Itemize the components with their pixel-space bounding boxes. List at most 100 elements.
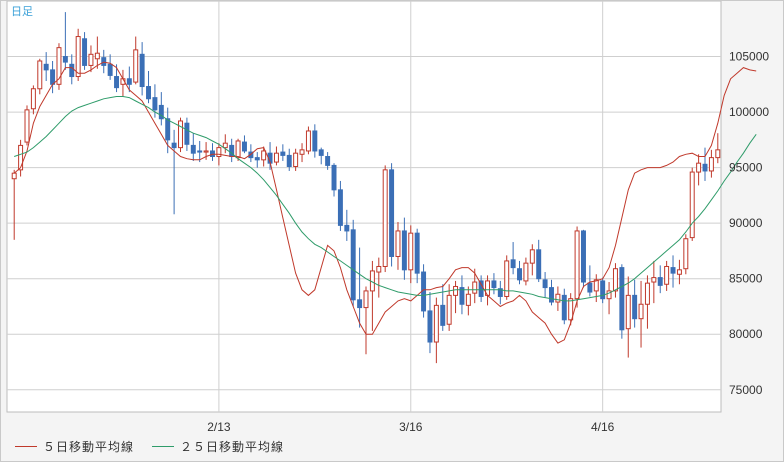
candle-body: [427, 310, 433, 343]
legend-label-ma25: ２５日移動平均線: [180, 440, 285, 454]
candle-body: [69, 63, 75, 78]
candle-body: [184, 122, 190, 145]
period-label: 日足: [11, 6, 33, 18]
candle-body: [676, 269, 682, 275]
candle-body: [197, 150, 203, 153]
candle-body: [107, 63, 113, 76]
candle-body: [178, 120, 183, 149]
candle-body: [325, 156, 331, 166]
legend-swatch-ma5: [15, 446, 37, 447]
candlestick-chart: 75000 80000 85000 90000 95000 100000 105000 2/…: [6, 1, 769, 434]
candle-body: [625, 294, 631, 330]
candle-body: [88, 53, 94, 66]
candle-body: [261, 150, 267, 161]
candle-body: [580, 230, 586, 283]
candle-body: [638, 303, 644, 320]
chart-container: 75000 80000 85000 90000 95000 100000 105000 2/…: [0, 0, 784, 462]
candle-body: [446, 294, 452, 325]
candle-body: [165, 118, 171, 141]
candle-body: [440, 304, 446, 326]
candle-body: [114, 76, 120, 89]
candle-body: [708, 157, 714, 172]
candle-body: [299, 149, 305, 155]
x-tick-label: 3/16: [399, 420, 423, 434]
candle-body: [312, 130, 318, 152]
candle-body: [235, 140, 241, 159]
candle-body: [24, 109, 30, 143]
candle-body: [254, 157, 260, 161]
y-tick-label: 105000: [729, 50, 769, 64]
candle-body: [702, 163, 708, 172]
candle-body: [549, 287, 554, 303]
candle-body: [94, 52, 100, 60]
candle-body: [632, 294, 638, 320]
candle-body: [689, 171, 695, 239]
candle-body: [216, 147, 222, 158]
legend-swatch-ma25: [152, 446, 175, 447]
candle-body: [619, 267, 625, 331]
candle-body: [382, 169, 388, 267]
legend: ５日移動平均線 ２５日移動平均線: [15, 438, 284, 455]
candle-body: [612, 268, 618, 292]
candle-body: [408, 232, 414, 271]
candle-body: [37, 60, 43, 90]
candle-body: [536, 249, 542, 280]
candle-body: [152, 97, 158, 111]
candle-body: [293, 152, 299, 168]
candle-body: [350, 229, 356, 301]
candle-body: [542, 279, 548, 289]
candle-body: [414, 232, 420, 274]
legend-item-ma25: ２５日移動平均線: [152, 438, 284, 455]
candle-body: [344, 224, 350, 232]
candle-body: [715, 149, 721, 159]
candle-body: [241, 141, 247, 152]
candle-body: [465, 293, 471, 306]
y-tick-label: 80000: [729, 327, 763, 341]
candle-body: [101, 57, 107, 66]
legend-item-ma5: ５日移動平均線: [15, 438, 134, 455]
candle-body: [18, 144, 24, 171]
candle-body: [222, 142, 228, 149]
x-tick-label: 4/16: [591, 420, 615, 434]
candle-body: [337, 189, 343, 226]
candle-body: [273, 152, 279, 163]
candle-body: [376, 265, 382, 273]
candle-body: [126, 78, 132, 85]
candle-body: [210, 150, 215, 158]
candle-body: [331, 164, 337, 191]
y-axis: 75000 80000 85000 90000 95000 100000 105000: [729, 50, 769, 397]
candle-body: [62, 56, 68, 63]
candle-body: [657, 277, 663, 286]
candle-body: [146, 86, 152, 100]
plot-area: [6, 1, 722, 413]
candle-body: [574, 230, 580, 300]
candle-body: [529, 249, 535, 264]
candle-body: [478, 280, 484, 297]
x-tick-label: 2/13: [207, 420, 231, 434]
candle-body: [510, 259, 516, 269]
y-tick-label: 85000: [729, 272, 763, 286]
candle-body: [171, 142, 177, 149]
candle-body: [395, 230, 401, 257]
candle-body: [190, 144, 196, 154]
candle-body: [644, 282, 650, 305]
candle-body: [453, 285, 459, 296]
candle-body: [133, 49, 139, 83]
candle-body: [433, 304, 439, 343]
y-tick-label: 90000: [729, 216, 763, 230]
x-axis: 2/13 3/16 4/16: [207, 420, 614, 434]
candle-body: [75, 36, 81, 78]
candle-body: [523, 262, 529, 282]
candle-body: [651, 277, 657, 283]
candle-body: [472, 281, 478, 294]
candle-body: [363, 290, 369, 309]
candle-body: [30, 88, 36, 110]
candle-body: [318, 149, 324, 156]
candle-body: [280, 151, 286, 156]
candle-body: [664, 265, 670, 285]
candle-body: [561, 294, 567, 321]
candle-body: [11, 172, 17, 180]
legend-label-ma5: ５日移動平均線: [43, 440, 135, 454]
candle-body: [401, 230, 407, 271]
candle-body: [286, 154, 292, 168]
